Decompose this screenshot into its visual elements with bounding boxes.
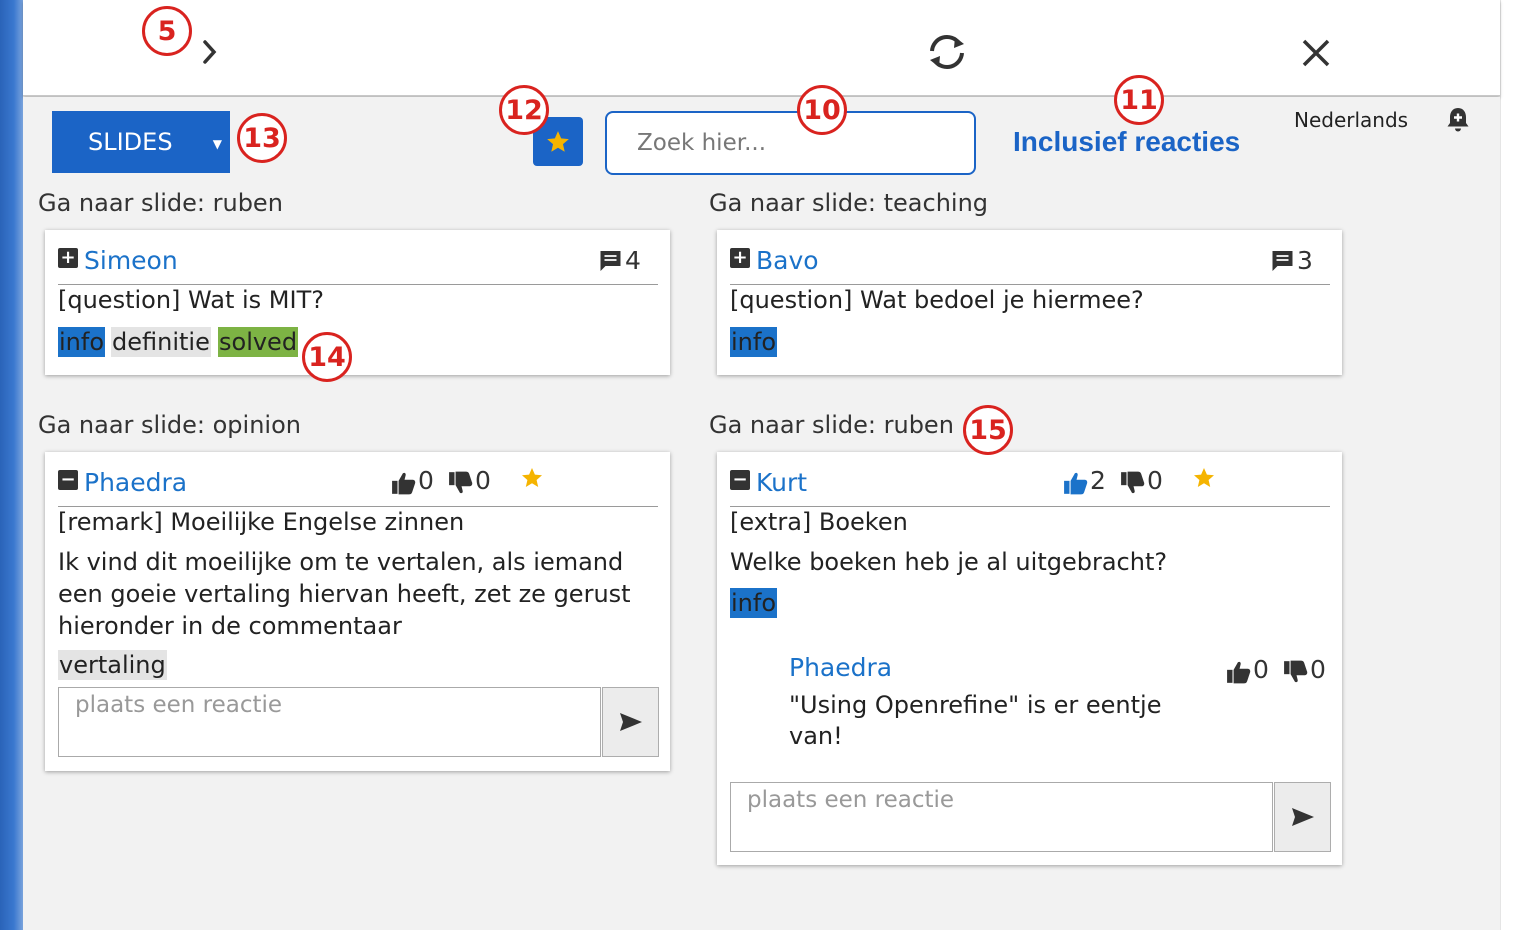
- left-sidebar-edge: [0, 0, 23, 930]
- go-to-slide-link[interactable]: Ga naar slide: ruben: [709, 411, 954, 439]
- slides-dropdown-button[interactable]: SLIDES ▼: [52, 111, 230, 173]
- comment-count[interactable]: 4: [598, 246, 641, 275]
- send-icon: [619, 713, 642, 731]
- card-header: + Bavo 3: [730, 230, 1330, 285]
- downvote-count: 0: [475, 466, 491, 495]
- star-icon[interactable]: [520, 466, 544, 494]
- annotation-badge: 10: [797, 85, 847, 135]
- reply-downvote-button[interactable]: 0: [1283, 655, 1326, 684]
- star-icon[interactable]: [1192, 466, 1216, 494]
- thumbs-up-icon: [1227, 661, 1251, 684]
- question-body: Welke boeken heb je al uitgebracht?: [730, 548, 1168, 576]
- comment-count-value: 3: [1297, 246, 1313, 275]
- annotation-badge: 13: [237, 113, 287, 163]
- reply-input[interactable]: [730, 782, 1273, 852]
- thumbs-down-icon: [1121, 471, 1145, 494]
- chevron-right-icon[interactable]: [195, 36, 225, 68]
- comment-count-value: 4: [625, 246, 641, 275]
- upvote-button[interactable]: 2: [1063, 466, 1106, 495]
- go-to-slide-link[interactable]: Ga naar slide: ruben: [38, 189, 283, 217]
- author-name[interactable]: Bavo: [756, 246, 819, 275]
- annotation-badge: 5: [142, 6, 192, 56]
- thumbs-up-icon: [1064, 472, 1088, 495]
- author-name[interactable]: Simeon: [84, 246, 178, 275]
- question-body: Ik vind dit moeilijke om te vertalen, al…: [58, 548, 631, 640]
- question-title: [question] Wat bedoel je hiermee?: [730, 286, 1144, 314]
- thumbs-down-icon: [449, 471, 473, 494]
- language-selector[interactable]: Nederlands: [1294, 108, 1408, 132]
- card-header: − Phaedra 0 0: [58, 452, 658, 507]
- reply-downvote-count: 0: [1310, 655, 1326, 684]
- author-name[interactable]: Kurt: [756, 468, 807, 497]
- card-header: + Simeon 4: [58, 230, 658, 285]
- go-to-slide-link[interactable]: Ga naar slide: opinion: [38, 411, 301, 439]
- refresh-icon[interactable]: [923, 30, 971, 74]
- question-card: + Simeon 4 [question] Wat is MIT? info d…: [45, 230, 670, 375]
- comment-count[interactable]: 3: [1270, 246, 1313, 275]
- comment-icon: [600, 250, 621, 271]
- annotation-badge: 14: [302, 332, 352, 382]
- collapse-toggle[interactable]: −: [730, 470, 750, 490]
- annotation-badge: 12: [499, 85, 549, 135]
- tag-info[interactable]: info: [58, 327, 106, 357]
- tag-info[interactable]: info: [730, 327, 778, 357]
- question-title: [remark] Moeilijke Engelse zinnen: [58, 508, 465, 536]
- annotation-badge: 11: [1114, 75, 1164, 125]
- author-name[interactable]: Phaedra: [84, 468, 187, 497]
- reply-input[interactable]: [58, 687, 601, 757]
- bell-plus-icon[interactable]: [1446, 106, 1470, 138]
- downvote-count: 0: [1147, 466, 1163, 495]
- reply-text: "Using Openrefine" is er eentje van!: [789, 691, 1162, 750]
- close-icon[interactable]: [1299, 36, 1333, 70]
- upvote-button[interactable]: 0: [391, 466, 434, 495]
- send-button[interactable]: [602, 687, 659, 757]
- caret-down-icon: ▼: [212, 137, 222, 151]
- reply-author[interactable]: Phaedra: [789, 653, 892, 682]
- question-card: − Phaedra 0 0 [remark] Moeilijke Engelse…: [45, 452, 670, 771]
- include-reactions-toggle[interactable]: Inclusief reacties: [1013, 126, 1240, 158]
- tag-info[interactable]: info: [730, 588, 778, 618]
- expand-toggle[interactable]: +: [58, 248, 78, 268]
- question-card: + Bavo 3 [question] Wat bedoel je hierme…: [717, 230, 1342, 375]
- send-button[interactable]: [1274, 782, 1331, 852]
- question-card: − Kurt 2 0 [extra] Boeken Welke boeken h…: [717, 452, 1342, 865]
- question-title: [extra] Boeken: [730, 508, 908, 536]
- thumbs-down-icon: [1284, 660, 1308, 683]
- send-icon: [1291, 808, 1314, 826]
- upvote-count: 2: [1090, 466, 1106, 495]
- reply-upvote-count: 0: [1253, 655, 1269, 684]
- tag-definitie[interactable]: definitie: [111, 327, 211, 357]
- tag-vertaling[interactable]: vertaling: [58, 650, 167, 680]
- top-bar: [23, 0, 1500, 96]
- downvote-button[interactable]: 0: [1120, 466, 1163, 495]
- upvote-count: 0: [418, 466, 434, 495]
- search-input[interactable]: [605, 111, 976, 175]
- go-to-slide-link[interactable]: Ga naar slide: teaching: [709, 189, 988, 217]
- slides-label: SLIDES: [88, 128, 173, 156]
- annotation-badge: 15: [963, 405, 1013, 455]
- comment-icon: [1272, 250, 1293, 271]
- question-title: [question] Wat is MIT?: [58, 286, 324, 314]
- reply-upvote-button[interactable]: 0: [1226, 655, 1269, 684]
- downvote-button[interactable]: 0: [448, 466, 491, 495]
- card-header: − Kurt 2 0: [730, 452, 1330, 507]
- tag-solved[interactable]: solved: [218, 327, 299, 357]
- expand-toggle[interactable]: +: [730, 248, 750, 268]
- thumbs-up-icon: [392, 472, 416, 495]
- right-edge: [1500, 0, 1520, 930]
- star-icon: [547, 130, 569, 152]
- collapse-toggle[interactable]: −: [58, 470, 78, 490]
